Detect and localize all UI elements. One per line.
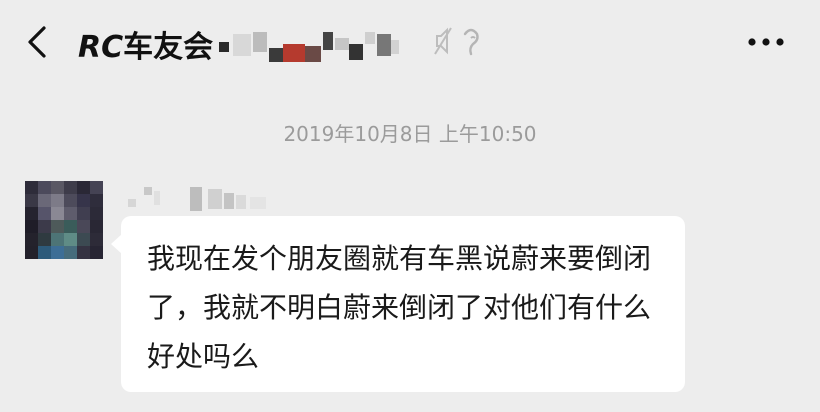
chat-header: RC车友会: [0, 0, 820, 86]
avatar[interactable]: [25, 181, 103, 259]
sender-name-blurred: [128, 185, 288, 213]
back-chevron-icon[interactable]: [22, 24, 56, 60]
blurred-title-suffix: [219, 24, 419, 64]
message-text: 我现在发个朋友圈就有车黑说蔚来要倒闭了，我就不明白蔚来倒闭了对他们有什么好处吗么: [147, 242, 652, 373]
message-timestamp: 2019年10月8日 上午10:50: [283, 122, 537, 146]
more-options-icon[interactable]: [744, 30, 788, 54]
chat-title-area: RC车友会: [78, 22, 487, 66]
mute-notifications-icon: [431, 22, 487, 66]
chat-title: RC车友会: [78, 30, 214, 65]
message-bubble[interactable]: 我现在发个朋友圈就有车黑说蔚来要倒闭了，我就不明白蔚来倒闭了对他们有什么好处吗么: [121, 216, 685, 392]
